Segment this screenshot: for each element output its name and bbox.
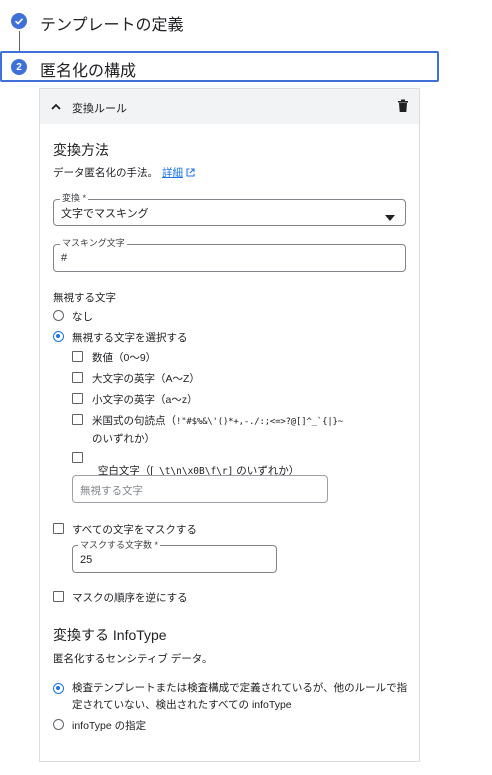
- radio-infotype-specify-label[interactable]: infoType の指定: [72, 718, 146, 733]
- radio-none-label[interactable]: なし: [72, 309, 93, 324]
- ignore-chars-title: 無視する文字: [53, 292, 116, 304]
- details-link[interactable]: 詳細: [162, 165, 183, 180]
- transform-method-title: 変換方法: [53, 142, 109, 158]
- checkbox-whitespace-label[interactable]: 空白文字（[ \t\n\x0B\f\r] のいずれか）: [92, 451, 299, 478]
- step2-number-badge: 2: [11, 59, 27, 75]
- infotype-title: 変換する InfoType: [53, 627, 167, 643]
- transform-method-desc-row: データ匿名化の手法。 詳細: [53, 165, 195, 180]
- punctuation-label-suffix: のいずれか）: [92, 433, 155, 445]
- radio-select-ignore-label[interactable]: 無視する文字を選択する: [72, 330, 188, 345]
- checkbox-lowercase[interactable]: [72, 393, 83, 404]
- masking-char-value: #: [61, 252, 68, 264]
- step1-complete-icon: [11, 13, 27, 29]
- checkbox-lowercase-label[interactable]: 小文字の英字（a〜z）: [92, 392, 198, 407]
- checkbox-whitespace[interactable]: [72, 452, 83, 463]
- step1-title[interactable]: テンプレートの定義: [40, 11, 184, 35]
- chevron-up-icon[interactable]: [50, 100, 62, 112]
- transform-select-label: 変換 *: [60, 193, 89, 203]
- transform-select-value: 文字でマスキング: [61, 208, 149, 220]
- radio-select-ignore[interactable]: [53, 331, 64, 342]
- checkbox-reverse-order[interactable]: [53, 591, 64, 602]
- punctuation-label-code: !"#$%&\'()*+,-./:;<=>?@[]^_`{|}~: [176, 417, 343, 427]
- checkbox-uppercase[interactable]: [72, 372, 83, 383]
- step2-title: 匿名化の構成: [40, 63, 137, 80]
- trash-icon[interactable]: [397, 99, 409, 113]
- punctuation-label-prefix: 米国式の句読点（: [92, 415, 176, 427]
- radio-infotype-all[interactable]: [53, 683, 64, 694]
- checkbox-punctuation-label[interactable]: 米国式の句読点（!"#$%&\'()*+,-./:;<=>?@[]^_`{|}~…: [92, 413, 404, 448]
- ignore-chars-placeholder: 無視する文字: [80, 485, 143, 497]
- radio-none[interactable]: [53, 310, 64, 321]
- caret-down-icon[interactable]: [385, 208, 395, 221]
- checkbox-uppercase-label[interactable]: 大文字の英字（A〜Z）: [92, 371, 200, 386]
- infotype-description: 匿名化するセンシティブ データ。: [53, 653, 213, 665]
- masking-char-field[interactable]: [53, 244, 406, 272]
- mask-all-label[interactable]: すべての文字をマスクする: [72, 522, 197, 537]
- checkbox-digits[interactable]: [72, 351, 83, 362]
- radio-infotype-specify[interactable]: [53, 719, 64, 730]
- rule-card-title: 変換ルール: [72, 103, 127, 115]
- radio-infotype-all-label[interactable]: 検査テンプレートまたは検査構成で定義されているが、他のルールで指定されていない、…: [72, 680, 412, 714]
- mask-count-value: 25: [80, 554, 93, 566]
- reverse-order-label[interactable]: マスクの順序を逆にする: [72, 590, 188, 605]
- external-link-icon[interactable]: [186, 168, 195, 177]
- checkbox-punctuation[interactable]: [72, 414, 83, 425]
- checkbox-mask-all[interactable]: [53, 523, 64, 534]
- transform-method-description: データ匿名化の手法。: [53, 167, 158, 179]
- checkbox-digits-label[interactable]: 数値（0〜9）: [92, 350, 156, 365]
- masking-char-label: マスキング文字: [60, 238, 127, 248]
- mask-count-label: マスクする文字数 *: [78, 540, 161, 550]
- stepper-connector: [19, 31, 20, 51]
